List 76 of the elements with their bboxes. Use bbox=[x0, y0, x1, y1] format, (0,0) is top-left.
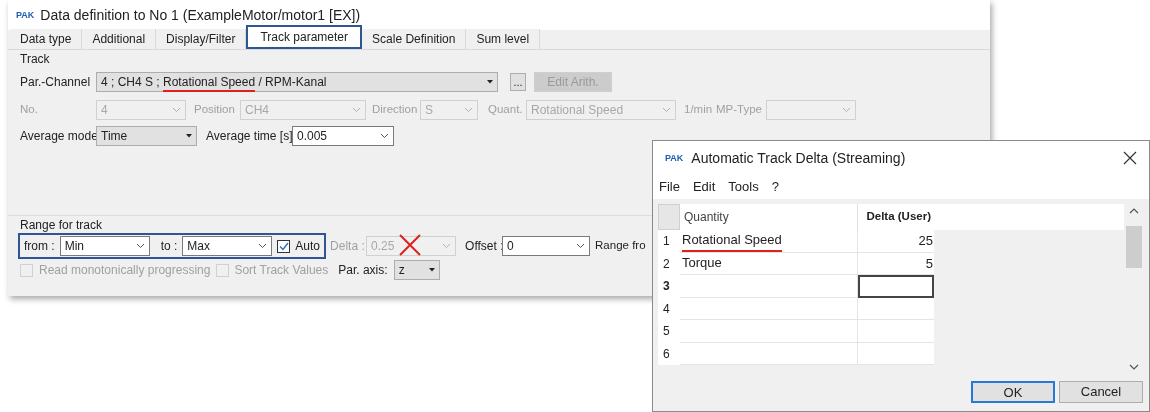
field-label: Average mode bbox=[20, 128, 96, 145]
column-header[interactable]: Delta (User) bbox=[858, 204, 934, 230]
chevron-down-icon bbox=[842, 107, 851, 113]
dropdown-arrow-icon bbox=[487, 80, 493, 84]
tab[interactable]: Additional bbox=[82, 29, 157, 49]
field-label: No. bbox=[20, 102, 39, 118]
dropdown[interactable]: Min bbox=[59, 236, 150, 256]
chevron-down-icon bbox=[442, 243, 452, 249]
field-label: Average time [s] bbox=[206, 128, 292, 145]
chevron-down-icon bbox=[662, 107, 671, 113]
tab[interactable]: Data type bbox=[10, 29, 83, 49]
menu-item[interactable]: Tools bbox=[728, 177, 759, 197]
chevron-down-icon bbox=[135, 243, 145, 249]
checkbox[interactable] bbox=[277, 239, 291, 253]
table-cell[interactable] bbox=[858, 275, 934, 298]
tab[interactable]: Display/Filter bbox=[156, 29, 247, 49]
dropdown-arrow-icon bbox=[428, 268, 435, 272]
row-number: 4 bbox=[658, 297, 680, 320]
field-label: MP-Type bbox=[716, 102, 763, 118]
field-label: Direction bbox=[372, 102, 419, 118]
field-label: Delta : bbox=[330, 238, 366, 255]
field-label: Par. axis: bbox=[338, 262, 388, 279]
menu-item[interactable]: Edit bbox=[692, 177, 716, 197]
field-label: Auto bbox=[295, 238, 321, 255]
group-label: Track bbox=[20, 52, 51, 66]
chevron-down-icon bbox=[576, 243, 586, 249]
row-number: 3 bbox=[658, 275, 680, 298]
table-cell[interactable]: 5 bbox=[858, 252, 934, 275]
dialog-button[interactable]: Cancel bbox=[1059, 381, 1143, 403]
dropdown[interactable]: z bbox=[393, 260, 440, 280]
table-cell[interactable]: Rotational Speed bbox=[680, 230, 858, 253]
row-number: 6 bbox=[658, 342, 680, 365]
chevron-down-icon bbox=[380, 133, 389, 139]
app-logo: PAK bbox=[16, 10, 35, 20]
field-label: Quant. bbox=[488, 102, 524, 118]
field-label: Read monotonically progressing bbox=[39, 262, 211, 279]
browse-button[interactable]: ... bbox=[510, 73, 526, 91]
dropdown[interactable]: 0.005 bbox=[292, 126, 394, 146]
chevron-down-icon bbox=[464, 107, 473, 113]
chevron-up-icon bbox=[1129, 208, 1139, 214]
check-icon bbox=[278, 241, 289, 251]
chevron-down-icon bbox=[172, 107, 181, 113]
tab[interactable]: Sum level bbox=[466, 29, 541, 49]
field-label: Par.-Channel bbox=[20, 74, 90, 91]
dropdown[interactable]: Max bbox=[182, 236, 273, 256]
table-cell[interactable]: Torque bbox=[680, 252, 858, 275]
close-icon bbox=[1123, 151, 1137, 165]
app-logo: PAK bbox=[665, 153, 684, 163]
scroll-thumb[interactable] bbox=[1126, 226, 1142, 268]
tab[interactable]: Track parameter bbox=[246, 25, 363, 49]
dialog-title: Automatic Track Delta (Streaming) bbox=[691, 148, 907, 168]
chevron-down-icon bbox=[352, 107, 361, 113]
tab[interactable]: Scale Definition bbox=[362, 29, 467, 49]
table-cell[interactable]: 25 bbox=[858, 230, 934, 253]
menu-item[interactable]: File bbox=[659, 177, 680, 197]
field-label: from : bbox=[24, 238, 55, 255]
row-number: 5 bbox=[658, 320, 680, 343]
channel-value: 4 ; CH4 S ; Rotational Speed / RPM-Kanal bbox=[101, 73, 327, 91]
field-label: to : bbox=[160, 238, 178, 255]
field-label: Range fro bbox=[595, 238, 646, 254]
field-label: 1/min bbox=[684, 102, 712, 118]
field-label: Position bbox=[194, 102, 236, 118]
row-number: 2 bbox=[658, 252, 680, 275]
row-number: 1 bbox=[658, 230, 680, 253]
corner-cell bbox=[658, 204, 680, 230]
field-label: Offset : bbox=[465, 238, 503, 255]
dropdown[interactable]: 0 bbox=[502, 236, 591, 256]
menu-item[interactable]: ? bbox=[771, 177, 779, 197]
dropdown[interactable]: Time bbox=[96, 126, 197, 146]
channel-dropdown[interactable]: 4 ; CH4 S ; Rotational Speed / RPM-Kanal bbox=[96, 72, 498, 92]
field-label: Sort Track Values bbox=[234, 262, 329, 279]
dialog-button[interactable]: OK bbox=[971, 381, 1055, 403]
dropdown-arrow-icon bbox=[186, 134, 192, 138]
chevron-down-icon bbox=[258, 243, 268, 249]
chevron-down-icon bbox=[1129, 364, 1139, 370]
window-title: Data definition to No 1 (ExampleMotor/motor1 [EX]) bbox=[40, 5, 361, 25]
